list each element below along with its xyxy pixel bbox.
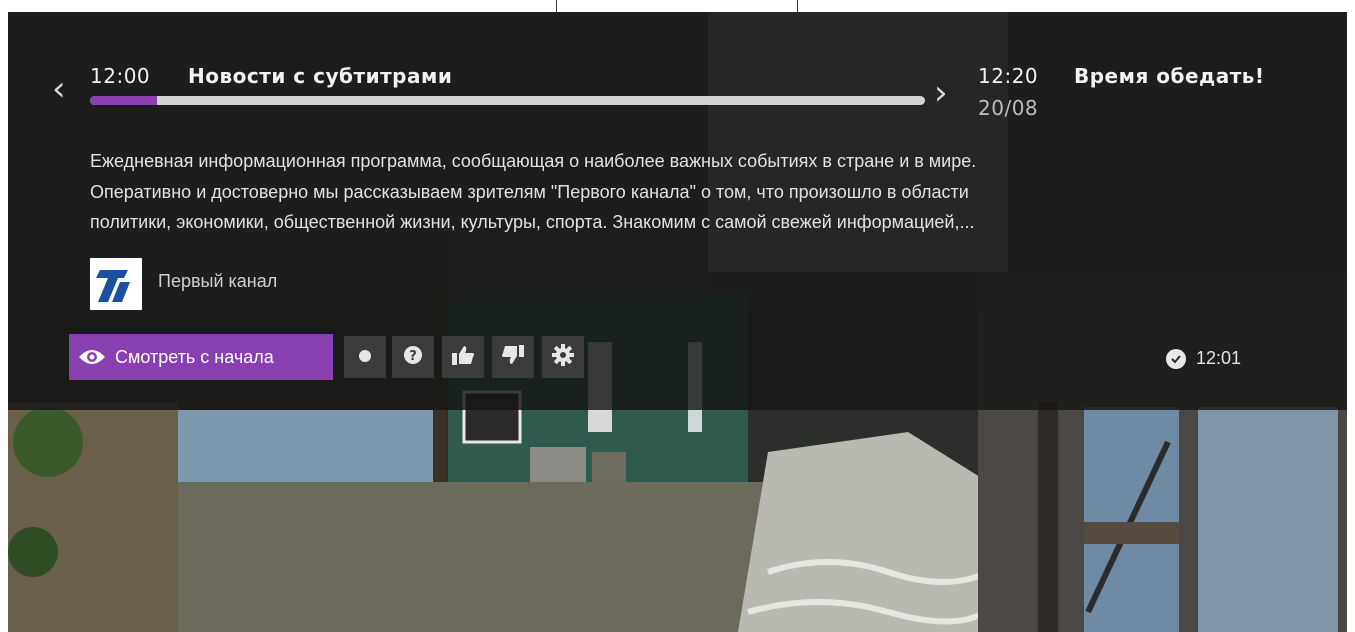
settings-button[interactable] (542, 336, 584, 378)
current-program-time: 12:00 (90, 64, 151, 88)
next-program-chevron-icon[interactable]: › (934, 76, 948, 110)
current-time-indicator: 12:01 (1166, 348, 1241, 369)
dislike-button[interactable] (492, 336, 534, 378)
channel-one-logo (90, 258, 142, 310)
settings-icon (552, 344, 574, 370)
next-program-title: Время обедать! (1074, 64, 1265, 88)
watch-from-start-button[interactable]: Смотреть с начала (69, 334, 333, 380)
current-time: 12:01 (1196, 348, 1242, 368)
help-icon: ? (403, 345, 423, 369)
thumbs-down-icon (501, 344, 525, 370)
record-button[interactable] (344, 336, 386, 378)
like-button[interactable] (442, 336, 484, 378)
previous-program-chevron-icon[interactable]: ‹ (52, 72, 66, 106)
program-description: Ежедневная информационная программа, соо… (90, 146, 1320, 238)
channel-name: Первый канал (158, 271, 278, 291)
thumbs-up-icon (451, 344, 475, 370)
svg-text:?: ? (409, 349, 417, 364)
help-button[interactable]: ? (392, 336, 434, 378)
eye-icon (77, 347, 107, 367)
current-program-title: Новости с субтитрами (188, 64, 453, 88)
watch-from-start-label: Смотреть с начала (115, 346, 274, 367)
tv-player: ‹ 12:00 Новости с субтитрами › 12:20 Вре… (8, 12, 1347, 632)
next-program-time: 12:20 (978, 64, 1039, 88)
record-icon (358, 348, 372, 367)
program-progress-bar (90, 96, 925, 105)
description-line: Ежедневная информационная программа, соо… (90, 151, 977, 171)
description-line: Оперативно и достоверно мы рассказываем … (90, 181, 969, 202)
program-progress-fill (90, 96, 157, 105)
check-icon (1166, 348, 1186, 369)
next-program-date: 20/08 (978, 96, 1039, 120)
description-line: политики, экономики, общественной жизни,… (90, 212, 975, 232)
